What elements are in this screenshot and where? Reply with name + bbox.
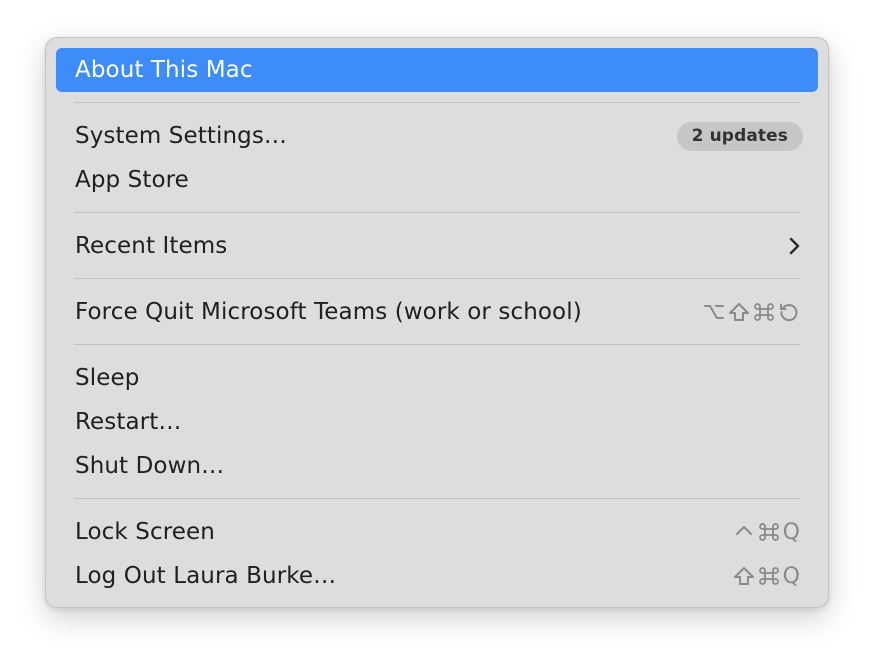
menu-item-log-out[interactable]: Log Out Laura Burke… Q (56, 554, 818, 598)
menu-item-restart[interactable]: Restart… (56, 400, 818, 444)
menu-separator (74, 344, 800, 345)
menu-item-label: Sleep (75, 365, 140, 391)
lock-screen-shortcut: Q (733, 520, 800, 545)
menu-item-app-store[interactable]: App Store (56, 158, 818, 202)
shift-key-icon (728, 302, 750, 322)
menu-item-force-quit[interactable]: Force Quit Microsoft Teams (work or scho… (56, 290, 818, 334)
menu-separator (74, 498, 800, 499)
menu-item-shut-down[interactable]: Shut Down… (56, 444, 818, 488)
menu-item-label: About This Mac (75, 57, 253, 83)
control-key-icon (733, 522, 755, 542)
menu-item-label: Force Quit Microsoft Teams (work or scho… (75, 299, 582, 325)
menu-item-system-settings[interactable]: System Settings… 2 updates (56, 114, 818, 158)
menu-item-label: Log Out Laura Burke… (75, 563, 337, 589)
shortcut-key-letter: Q (782, 563, 800, 589)
menu-item-label: Restart… (75, 409, 182, 435)
menu-item-label: Recent Items (75, 233, 228, 259)
menu-item-sleep[interactable]: Sleep (56, 356, 818, 400)
updates-badge: 2 updates (676, 121, 803, 151)
menu-separator (74, 102, 800, 103)
command-key-icon (758, 566, 780, 586)
shortcut-key-letter: Q (782, 519, 800, 545)
force-quit-shortcut (703, 302, 800, 322)
chevron-right-icon (788, 237, 800, 255)
menu-item-label: Shut Down… (75, 453, 225, 479)
menu-item-lock-screen[interactable]: Lock Screen Q (56, 510, 818, 554)
menu-separator (74, 212, 800, 213)
shift-key-icon (733, 566, 755, 586)
escape-key-icon (778, 302, 800, 322)
menu-item-label: System Settings… (75, 123, 288, 149)
menu-item-label: Lock Screen (75, 519, 215, 545)
command-key-icon (758, 522, 780, 542)
menu-item-recent-items[interactable]: Recent Items (56, 224, 818, 268)
log-out-shortcut: Q (733, 564, 800, 589)
command-key-icon (753, 302, 775, 322)
menu-item-about-this-mac[interactable]: About This Mac (56, 48, 818, 92)
option-key-icon (703, 302, 725, 322)
apple-menu: About This Mac System Settings… 2 update… (45, 37, 829, 608)
menu-item-label: App Store (75, 167, 189, 193)
menu-separator (74, 278, 800, 279)
